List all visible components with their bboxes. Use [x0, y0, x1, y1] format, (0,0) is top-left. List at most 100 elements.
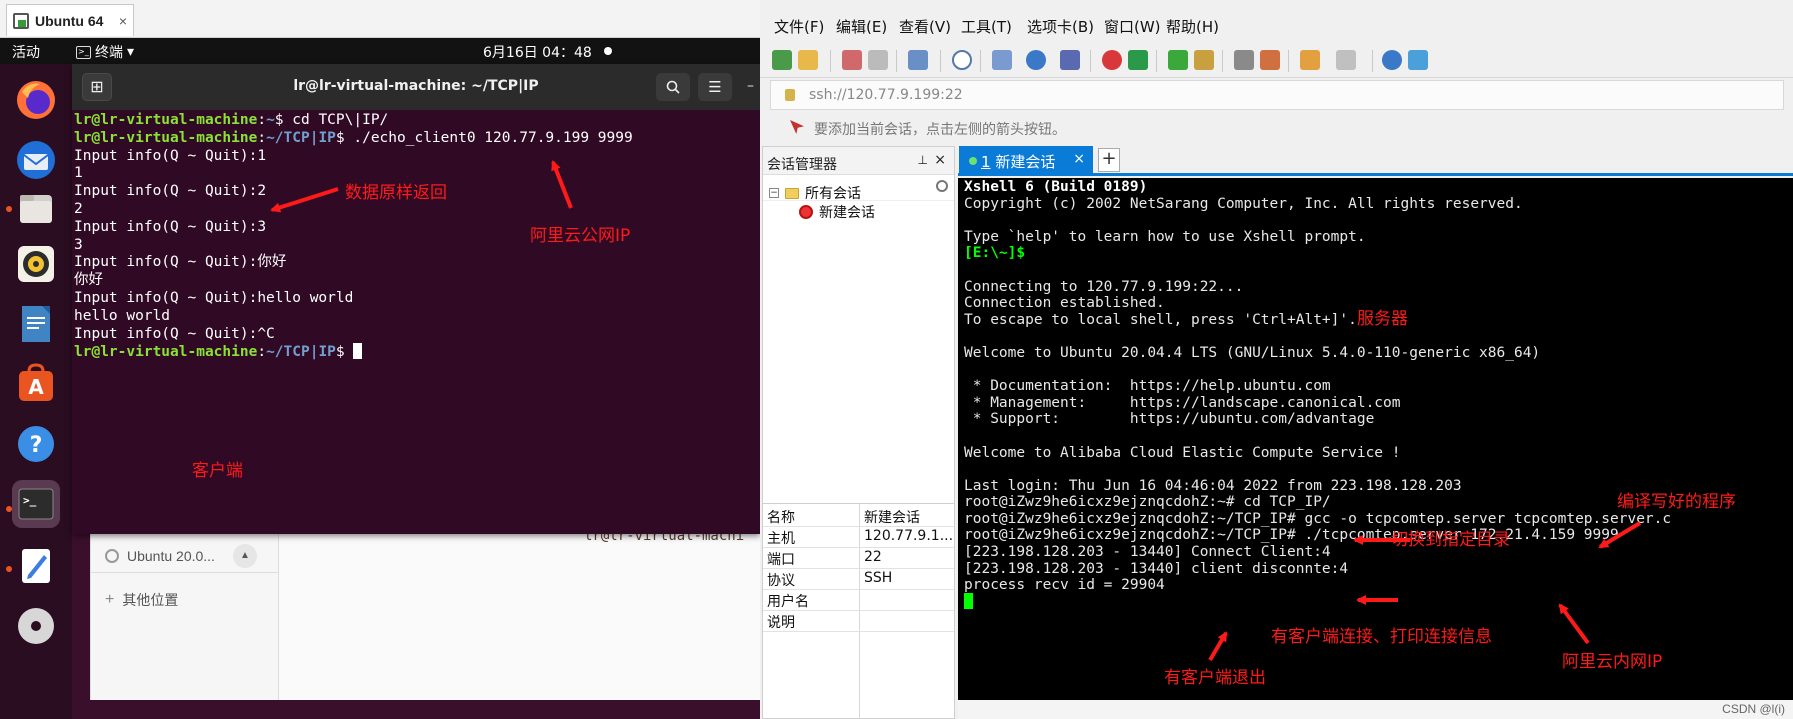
menu-item-2[interactable]: 查看(V) — [899, 16, 951, 37]
toolbar-divider — [1156, 50, 1157, 72]
files-window: Ubuntu 20.0... ▲ + 其他位置 — [90, 530, 760, 700]
terminal-line: 2 — [74, 200, 83, 217]
help-icon[interactable] — [1382, 50, 1402, 70]
screenshot-root: Ubuntu 64 × 活动 >_ 终端 ▾ 6月16日 04：48 A ? >… — [0, 0, 1793, 719]
highlight-icon[interactable] — [1260, 50, 1280, 70]
text-cursor — [964, 592, 973, 609]
close-icon[interactable]: × — [1073, 151, 1085, 167]
properties-icon[interactable] — [908, 50, 928, 70]
folder-icon — [785, 187, 799, 199]
terminal-app-icon[interactable]: >_ — [12, 480, 60, 528]
svg-text:>_: >_ — [23, 494, 37, 507]
sidebar-item-other-locations[interactable]: + 其他位置 — [105, 590, 178, 610]
terminal-line: lr@lr-virtual-machine:~$ cd TCP\|IP/ — [74, 112, 760, 130]
xshell-terminal-output: Xshell 6 (Build 0189) Copyright (c) 2002 … — [964, 178, 1789, 612]
prompt-command: $ ./echo_client0 120.77.9.199 9999 — [335, 129, 633, 146]
search-icon — [936, 180, 948, 192]
property-row[interactable]: 名称 新建会话 — [763, 504, 954, 527]
lock-icon[interactable] — [1194, 50, 1214, 70]
minimize-button[interactable]: – — [747, 78, 754, 94]
activities-button[interactable]: 活动 — [12, 42, 40, 62]
prompt-user: lr@lr-virtual-machine — [74, 112, 258, 128]
new-session-icon[interactable] — [772, 50, 792, 70]
clock[interactable]: 6月16日 04：48 — [483, 42, 592, 62]
chat-icon[interactable] — [1408, 50, 1428, 70]
firefox-icon[interactable] — [12, 76, 60, 124]
xmanager-icon[interactable] — [1128, 50, 1148, 70]
menu-item-1[interactable]: 编辑(E) — [836, 16, 887, 37]
disc-icon[interactable] — [12, 602, 60, 650]
open-folder-icon[interactable] — [798, 50, 818, 70]
tree-item-new-session[interactable]: 新建会话 — [799, 202, 875, 222]
app-menu[interactable]: >_ 终端 ▾ — [76, 42, 134, 62]
terminal-line: Input info(Q ~ Quit):1 — [74, 147, 267, 164]
libreoffice-writer-icon[interactable] — [12, 300, 60, 348]
terminal-line: Input info(Q ~ Quit):hello world — [74, 289, 354, 306]
xshell-terminal-line: [223.198.128.203 - 13440] Connect Client… — [964, 544, 1331, 561]
text-editor-icon[interactable] — [12, 542, 60, 590]
disconnect-icon[interactable] — [868, 50, 888, 70]
font-icon[interactable] — [1060, 50, 1080, 70]
tab-new-session[interactable]: 1 新建会话 × — [959, 146, 1093, 174]
annotation-private-ip: 阿里云内网IP — [1562, 652, 1663, 672]
xshell-cursor-line — [964, 592, 1789, 612]
toolbar-divider — [830, 50, 831, 72]
terminal-output[interactable]: lr@lr-virtual-machine:~$ cd TCP\|IP/lr@l… — [74, 112, 760, 532]
gnome-top-bar: 活动 >_ 终端 ▾ 6月16日 04：48 — [0, 38, 760, 64]
find-icon[interactable] — [952, 50, 972, 70]
add-tab-button[interactable]: + — [1098, 148, 1120, 172]
search-button[interactable] — [656, 73, 690, 101]
fullscreen-icon[interactable] — [1168, 50, 1188, 70]
files-icon[interactable] — [12, 184, 60, 232]
arrow-icon[interactable] — [790, 120, 804, 134]
pin-icon[interactable]: ⊥ — [918, 153, 928, 167]
keyboard-icon[interactable] — [1234, 50, 1254, 70]
annotation-client: 客户端 — [192, 461, 243, 481]
notification-dot-icon — [604, 47, 612, 55]
connected-status-icon — [969, 157, 977, 165]
hint-text: 要添加当前会话，点击左侧的箭头按钮。 — [814, 122, 1066, 138]
annotation-public-ip: 阿里云公网IP — [530, 226, 631, 246]
drive-label: Ubuntu 20.0... — [127, 548, 215, 564]
property-row[interactable]: 主机 120.77.9.1... — [763, 525, 954, 548]
watermark: CSDN @l(i) — [958, 700, 1793, 719]
property-row[interactable]: 说明 — [763, 609, 954, 632]
prompt-command: $ cd TCP\|IP/ — [274, 112, 389, 128]
collapse-icon[interactable]: − — [769, 188, 779, 198]
xftp-icon[interactable] — [1102, 50, 1122, 70]
menu-item-4[interactable]: 选项卡(B) — [1027, 16, 1094, 37]
address-bar[interactable]: ssh://120.77.9.199:22 — [770, 80, 1784, 110]
menu-item-3[interactable]: 工具(T) — [961, 16, 1012, 37]
thunderbird-icon[interactable] — [12, 136, 60, 184]
terminal-icon: >_ — [76, 45, 91, 59]
help-icon[interactable]: ? — [12, 420, 60, 468]
property-row[interactable]: 用户名 — [763, 588, 954, 611]
hamburger-menu-button[interactable]: ☰ — [698, 73, 732, 101]
connect-icon[interactable] — [842, 50, 862, 70]
vm-tab-ubuntu[interactable]: Ubuntu 64 × — [6, 4, 134, 36]
menu-item-6[interactable]: 帮助(H) — [1166, 16, 1219, 37]
prompt-path: ~/TCP|IP — [266, 129, 336, 146]
property-row[interactable]: 端口 22 — [763, 546, 954, 569]
globe-icon[interactable] — [1026, 50, 1046, 70]
eject-icon[interactable]: ▲ — [233, 544, 257, 568]
tree-item-all-sessions[interactable]: − 所有会话 — [769, 183, 861, 203]
menu-item-0[interactable]: 文件(F) — [774, 16, 824, 37]
layout-icon[interactable] — [1336, 50, 1356, 70]
close-icon[interactable]: × — [119, 13, 127, 29]
add-tab-icon[interactable] — [1300, 50, 1320, 70]
terminal-line: 3 — [74, 236, 83, 253]
disc-icon — [105, 549, 119, 563]
xshell-terminal-line — [964, 361, 1789, 378]
transfer-icon[interactable] — [992, 50, 1012, 70]
address-text: ssh://120.77.9.199:22 — [809, 87, 963, 103]
close-icon[interactable]: × — [934, 152, 946, 168]
menu-item-5[interactable]: 窗口(W) — [1104, 16, 1161, 37]
software-center-icon[interactable]: A — [12, 360, 60, 408]
toolbar-divider — [1222, 50, 1223, 72]
rhythmbox-icon[interactable] — [12, 240, 60, 288]
property-row[interactable]: 协议 SSH — [763, 567, 954, 590]
prompt-user: lr@lr-virtual-machine — [74, 129, 258, 146]
sidebar-item-drive[interactable]: Ubuntu 20.0... — [105, 548, 215, 564]
xshell-terminal-line — [964, 327, 1789, 344]
